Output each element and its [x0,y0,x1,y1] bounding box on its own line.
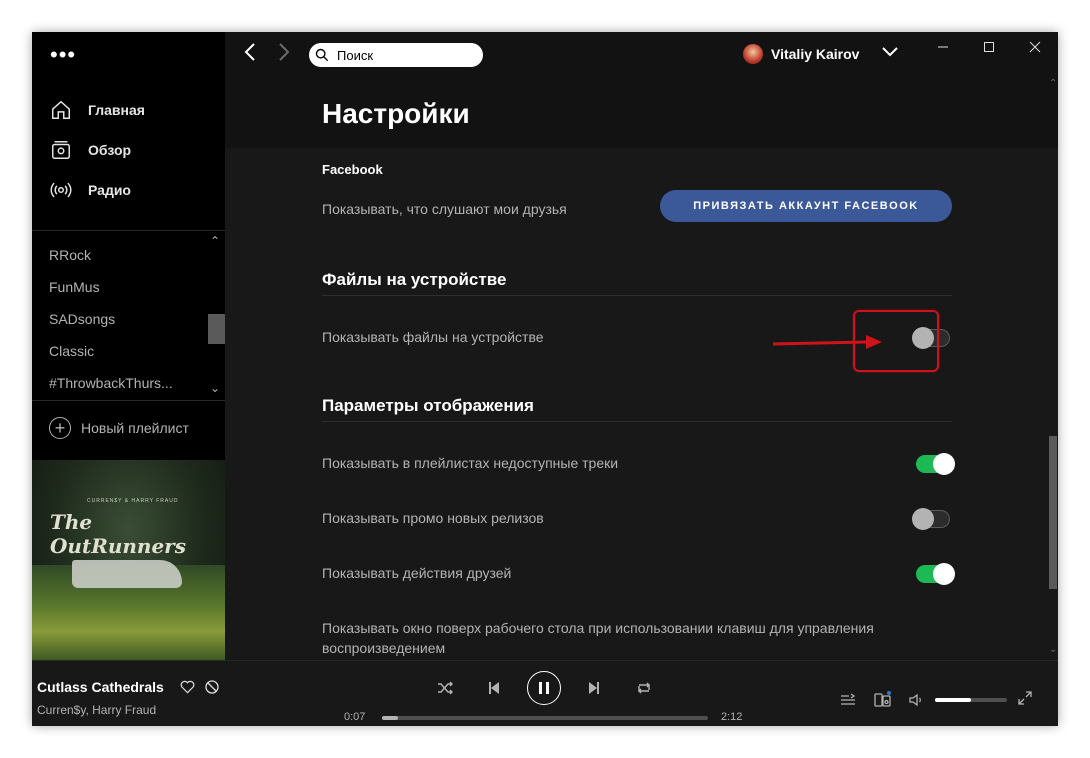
progress-bar[interactable] [382,716,708,720]
playlist-item[interactable]: FunMus [49,279,100,295]
nav-browse[interactable]: Обзор [48,135,131,165]
avatar [743,44,763,64]
volume-slider[interactable] [935,698,1007,702]
playlist-item[interactable]: SADsongs [49,311,115,327]
unavailable-tracks-toggle[interactable] [916,453,955,475]
spotify-window: ••• Главная Обзор Радио ⌃ RRock FunMus S… [32,32,1058,726]
user-menu[interactable]: Vitaliy Kairov [743,44,899,64]
connect-facebook-button[interactable]: ПРИВЯЗАТЬ АККАУНТ FACEBOOK [660,190,952,222]
playlist-scrollbar[interactable] [208,314,225,344]
block-icon[interactable] [205,680,219,694]
next-icon[interactable] [588,681,600,695]
facebook-friends-label: Показывать, что слушают мои друзья [322,201,567,217]
search-icon [315,47,331,63]
playlist-item[interactable]: #ThrowbackThurs... [49,375,173,391]
track-artist[interactable]: Curren$y, Harry Fraud [37,703,156,717]
toggle-knob [933,563,955,585]
local-files-label: Показывать файлы на устройстве [322,329,544,345]
user-name: Vitaliy Kairov [771,46,860,62]
maximize-button[interactable] [966,32,1012,62]
new-playlist-button[interactable]: + Новый плейлист [49,417,189,439]
toggle-knob [912,508,934,530]
playlist-item[interactable]: RRock [49,247,91,263]
playlist-item[interactable]: Classic [49,343,94,359]
chevron-down-icon [881,45,899,63]
shuffle-icon[interactable] [437,681,453,695]
unavailable-tracks-label: Показывать в плейлистах недоступные трек… [322,455,619,471]
toggle-knob [933,453,955,475]
player-bar: Cutlass Cathedrals Curren$y, Harry Fraud… [32,660,1058,726]
friend-activity-toggle[interactable] [916,563,955,585]
search-input[interactable] [335,46,479,64]
page-title: Настройки [322,98,470,129]
desktop-overlay-label: Показывать окно поверх рабочего стола пр… [322,620,874,656]
sidebar: ••• Главная Обзор Радио ⌃ RRock FunMus S… [32,32,225,660]
devices-icon[interactable] [874,691,892,709]
nav-home[interactable]: Главная [48,95,145,125]
pause-icon [539,682,549,694]
fullscreen-icon[interactable] [1018,691,1032,705]
duration-time: 2:12 [721,711,743,723]
divider [32,230,225,231]
nav-radio-label: Радио [88,182,131,198]
radio-icon [48,177,74,203]
track-title[interactable]: Cutlass Cathedrals [37,679,164,695]
heart-icon[interactable] [180,680,195,694]
nav-browse-label: Обзор [88,142,132,158]
home-icon [48,97,74,123]
new-releases-promo-toggle[interactable] [912,508,950,530]
local-files-heading: Файлы на устройстве [322,270,507,289]
elapsed-time: 0:07 [344,711,366,723]
annotation-arrow-icon [772,335,882,349]
display-heading: Параметры отображения [322,396,534,415]
scroll-down-icon[interactable]: ⌄ [210,381,220,395]
pause-button[interactable] [527,671,561,705]
album-artist-text: CURREN$Y & HARRY FRAUD [87,498,179,504]
scroll-up-icon[interactable]: ⌃ [210,234,220,248]
back-button[interactable] [243,42,257,68]
minimize-button[interactable] [920,32,966,62]
friend-activity-label: Показывать действия друзей [322,565,512,581]
forward-button[interactable] [277,42,291,68]
close-button[interactable] [1012,32,1058,62]
new-releases-promo-label: Показывать промо новых релизов [322,510,544,526]
nav-radio[interactable]: Радио [48,175,131,205]
repeat-icon[interactable] [636,681,652,695]
top-bar: Vitaliy Kairov [225,32,1058,80]
scroll-down-icon[interactable]: ⌄ [1049,644,1057,655]
volume-icon[interactable] [909,693,925,707]
settings-body: Facebook Показывать, что слушают мои дру… [225,148,1058,660]
volume-fill [935,698,971,702]
plus-circle-icon: + [49,417,71,439]
divider [322,295,952,296]
main-scrollbar[interactable] [1049,436,1057,589]
search-box[interactable] [309,43,483,67]
album-title-text: The OutRunners [50,510,186,558]
scroll-up-icon[interactable]: ⌃ [1049,78,1057,89]
album-boat [72,560,182,588]
divider [322,421,952,422]
nav-home-label: Главная [88,102,145,118]
facebook-heading: Facebook [322,162,383,177]
progress-fill [382,716,399,720]
divider [32,400,225,401]
previous-icon[interactable] [488,681,500,695]
album-cover[interactable]: CURREN$Y & HARRY FRAUD The OutRunners [32,460,225,660]
queue-icon[interactable] [840,693,856,707]
new-playlist-label: Новый плейлист [81,420,189,436]
browse-icon [48,137,74,163]
menu-dots-icon[interactable]: ••• [50,44,76,66]
